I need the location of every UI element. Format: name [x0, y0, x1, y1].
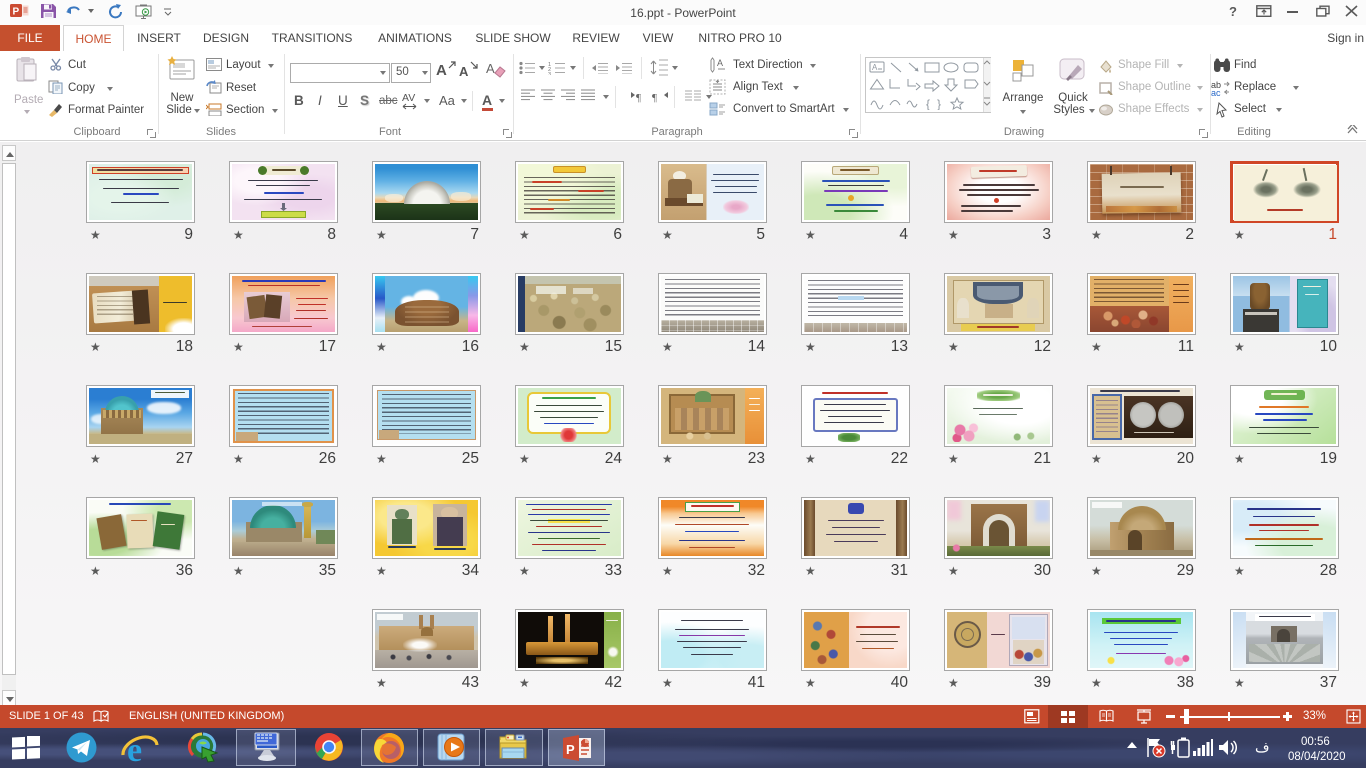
svg-text:¶: ¶ — [636, 92, 641, 103]
svg-text:}: } — [937, 97, 941, 110]
svg-text:P: P — [566, 742, 575, 757]
svg-text:ac: ac — [1211, 88, 1221, 96]
svg-text:¶: ¶ — [652, 92, 657, 103]
svg-text:{: { — [926, 97, 930, 110]
svg-text:A: A — [486, 61, 495, 76]
svg-text:P: P — [13, 7, 20, 18]
svg-text:A: A — [872, 63, 878, 72]
svg-text:A: A — [717, 58, 723, 68]
svg-text:3: 3 — [548, 72, 551, 75]
